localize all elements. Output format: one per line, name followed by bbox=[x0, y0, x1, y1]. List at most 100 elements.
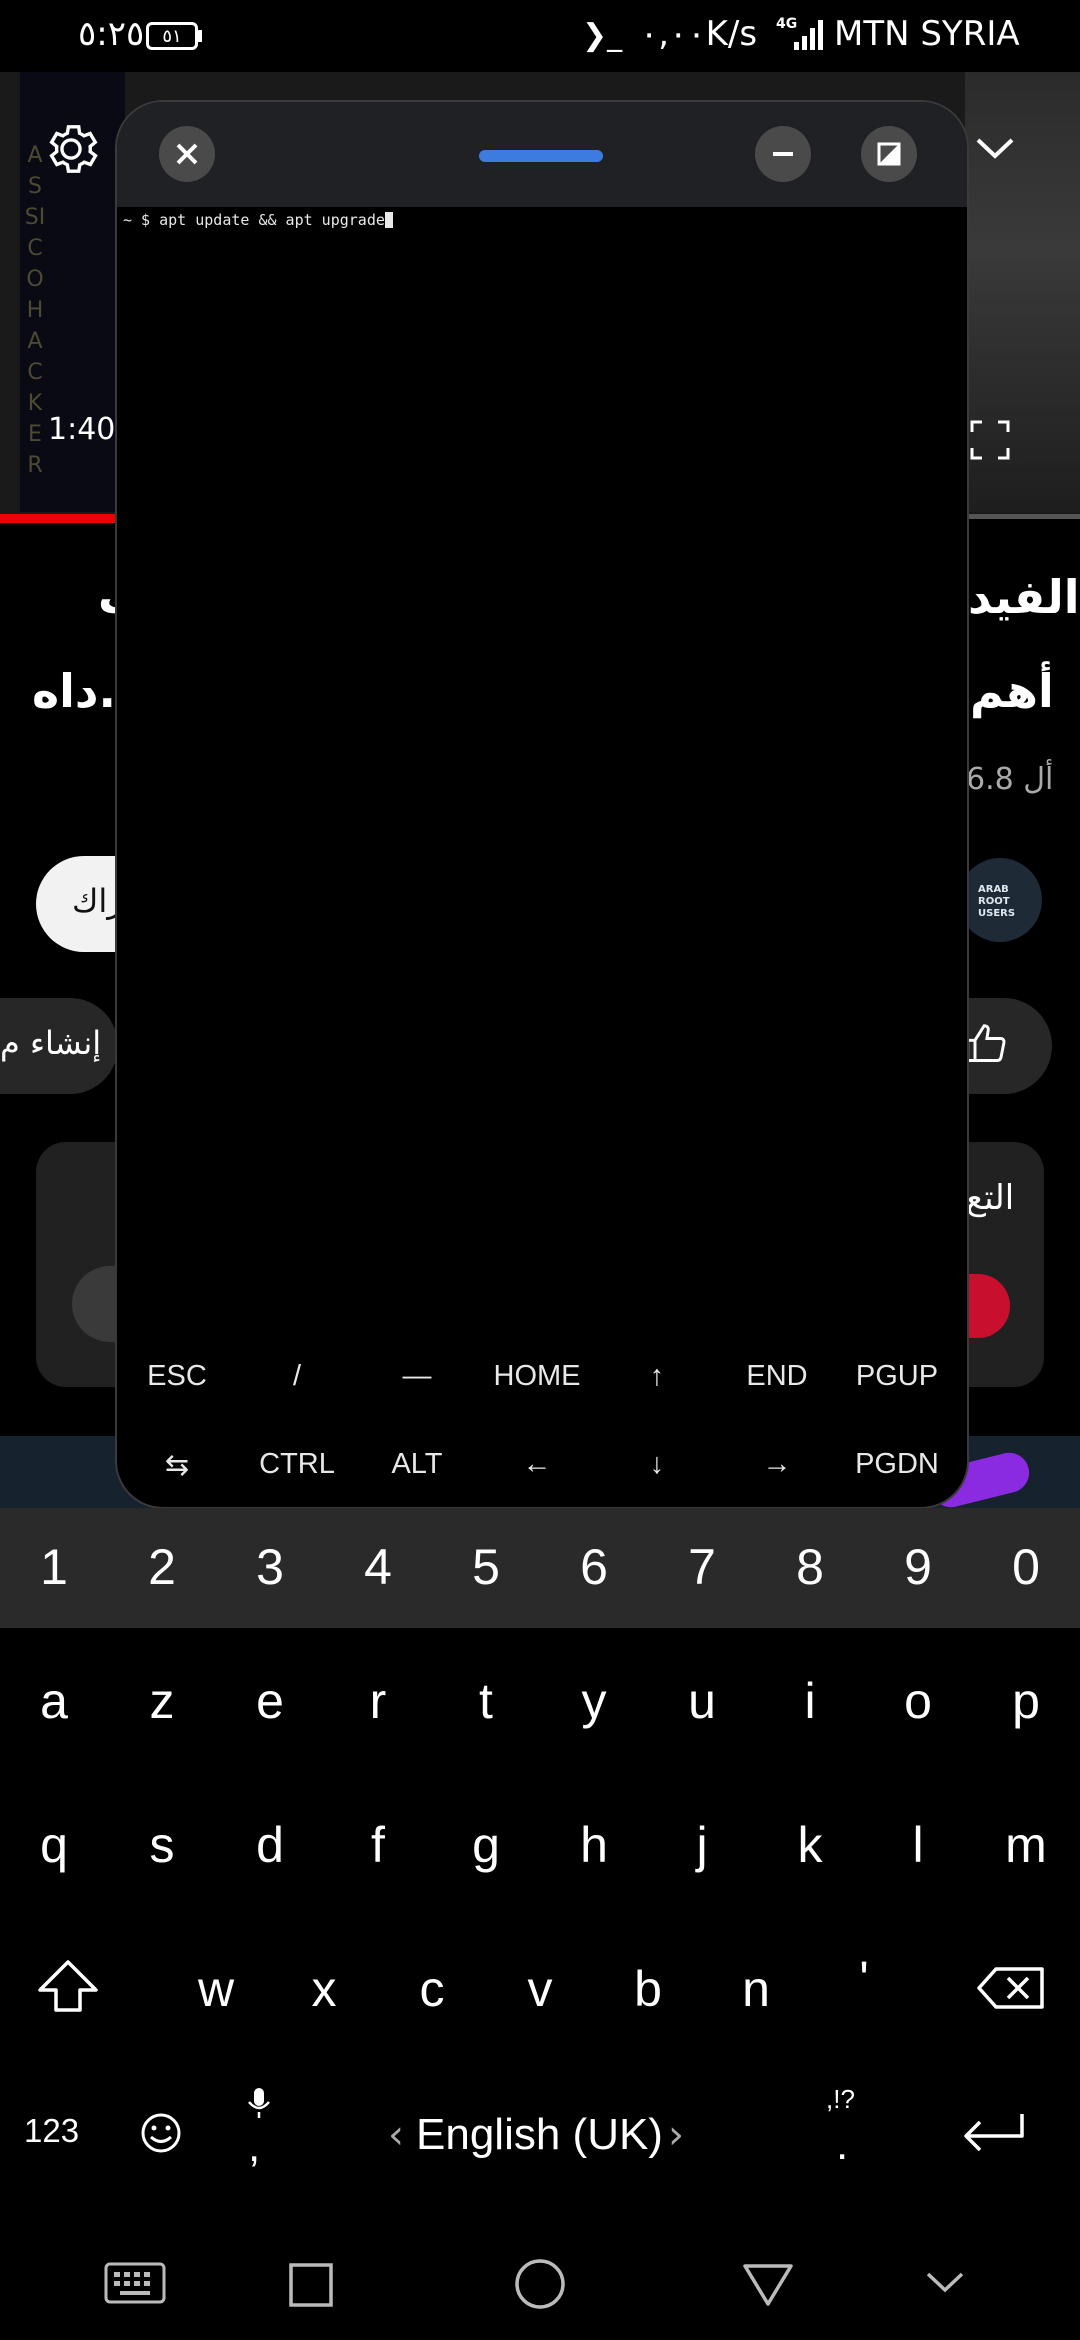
language-prev-icon: ‹ bbox=[388, 2112, 404, 2158]
extra-key-tab[interactable]: ⇆ bbox=[117, 1448, 237, 1483]
key-c[interactable]: c bbox=[382, 1960, 482, 2018]
key-q[interactable]: q bbox=[4, 1816, 104, 1874]
home-icon[interactable] bbox=[514, 2258, 566, 2310]
shift-icon[interactable] bbox=[36, 1958, 100, 2014]
resize-button[interactable] bbox=[861, 126, 917, 182]
key-i[interactable]: i bbox=[760, 1672, 860, 1730]
key-e[interactable]: e bbox=[220, 1672, 320, 1730]
gear-icon[interactable] bbox=[40, 118, 102, 180]
period-key[interactable]: . bbox=[836, 2120, 848, 2170]
key-h[interactable]: h bbox=[544, 1816, 644, 1874]
backspace-icon[interactable] bbox=[976, 1966, 1046, 2010]
key-6[interactable]: 6 bbox=[544, 1538, 644, 1596]
chevron-down-icon[interactable] bbox=[970, 124, 1020, 174]
extra-key-ctrl[interactable]: CTRL bbox=[237, 1448, 357, 1481]
key-v[interactable]: v bbox=[490, 1960, 590, 2018]
keyboard-switch-icon[interactable] bbox=[104, 2262, 166, 2304]
key-8[interactable]: 8 bbox=[760, 1538, 860, 1596]
drag-handle[interactable] bbox=[479, 150, 603, 162]
key-f[interactable]: f bbox=[328, 1816, 428, 1874]
key-a[interactable]: a bbox=[4, 1672, 104, 1730]
key-s[interactable]: s bbox=[112, 1816, 212, 1874]
key-4[interactable]: 4 bbox=[328, 1538, 428, 1596]
recents-icon[interactable] bbox=[288, 2262, 334, 2308]
key-y[interactable]: y bbox=[544, 1672, 644, 1730]
enter-icon[interactable] bbox=[960, 2110, 1026, 2156]
extra-key-esc[interactable]: ESC bbox=[117, 1360, 237, 1393]
status-bar: ٥:٢٥ ٥١ ❯_ ٠,٠٠K/s 4G MTN SYRIA bbox=[0, 0, 1080, 72]
emoji-icon[interactable] bbox=[140, 2112, 182, 2154]
key-m[interactable]: m bbox=[976, 1816, 1076, 1874]
extra-key-home[interactable]: HOME bbox=[477, 1360, 597, 1393]
extra-key-down[interactable]: ↓ bbox=[597, 1448, 717, 1481]
key-0[interactable]: 0 bbox=[976, 1538, 1076, 1596]
video-title-line2: أهم bbox=[970, 664, 1054, 718]
fullscreen-icon[interactable] bbox=[970, 420, 1010, 460]
extra-key-alt[interactable]: ALT bbox=[357, 1448, 477, 1481]
close-button[interactable] bbox=[159, 126, 215, 182]
key-t[interactable]: t bbox=[436, 1672, 536, 1730]
video-progress-bar[interactable] bbox=[0, 514, 115, 523]
key-u[interactable]: u bbox=[652, 1672, 752, 1730]
terminal-prompt: ~ $ bbox=[123, 211, 160, 229]
key-w[interactable]: w bbox=[166, 1960, 266, 2018]
battery-tip bbox=[198, 30, 202, 42]
symbols-key[interactable]: 123 bbox=[24, 2112, 79, 2150]
key-1[interactable]: 1 bbox=[4, 1538, 104, 1596]
space-bar[interactable]: ‹ English (UK) › bbox=[380, 2096, 700, 2172]
key-z[interactable]: z bbox=[112, 1672, 212, 1730]
create-chip[interactable]: إنشاء م bbox=[0, 998, 118, 1094]
key-5[interactable]: 5 bbox=[436, 1538, 536, 1596]
extra-key-pgdn[interactable]: PGDN bbox=[837, 1448, 957, 1481]
comments-title: التع bbox=[966, 1178, 1015, 1218]
extra-key-pgup[interactable]: PGUP bbox=[837, 1360, 957, 1393]
key-p[interactable]: p bbox=[976, 1672, 1076, 1730]
punctuation-hint: ,!? bbox=[826, 2084, 855, 2114]
minimize-button[interactable] bbox=[755, 126, 811, 182]
key-b[interactable]: b bbox=[598, 1960, 698, 2018]
key-n[interactable]: n bbox=[706, 1960, 806, 2018]
key-g[interactable]: g bbox=[436, 1816, 536, 1874]
terminal-screen[interactable]: ~ $ apt update && apt upgrade bbox=[117, 207, 967, 1407]
terminal-command: apt update && apt upgrade bbox=[159, 211, 385, 229]
microphone-icon bbox=[248, 2088, 270, 2118]
minimize-icon bbox=[773, 152, 793, 156]
signal-icon bbox=[794, 20, 823, 50]
key-j[interactable]: j bbox=[652, 1816, 752, 1874]
key-l[interactable]: l bbox=[868, 1816, 968, 1874]
key-2[interactable]: 2 bbox=[112, 1538, 212, 1596]
thumbs-up-icon bbox=[966, 1024, 1006, 1062]
terminal-cursor bbox=[384, 212, 393, 228]
terminal-titlebar[interactable] bbox=[117, 102, 967, 207]
carrier-name: MTN SYRIA bbox=[834, 14, 1020, 54]
extra-key-right[interactable]: → bbox=[717, 1448, 837, 1481]
status-time: ٥:٢٥ bbox=[78, 14, 145, 54]
channel-logo-text: ARAB ROOT USERS bbox=[978, 884, 1016, 919]
video-progress-track bbox=[965, 514, 1080, 519]
keyboard-number-row: 1 2 3 4 5 6 7 8 9 0 bbox=[0, 1508, 1080, 1628]
floating-terminal-window[interactable]: ~ $ apt update && apt upgrade ESC / — HO… bbox=[115, 100, 969, 1509]
battery-icon: ٥١ bbox=[146, 22, 198, 50]
battery-level: ٥١ bbox=[162, 25, 182, 47]
key-k[interactable]: k bbox=[760, 1816, 860, 1874]
key-o[interactable]: o bbox=[868, 1672, 968, 1730]
extra-key-slash[interactable]: / bbox=[237, 1360, 357, 1393]
key-7[interactable]: 7 bbox=[652, 1538, 752, 1596]
key-3[interactable]: 3 bbox=[220, 1538, 320, 1596]
extra-key-up[interactable]: ↑ bbox=[597, 1360, 717, 1393]
channel-avatar[interactable]: ARAB ROOT USERS bbox=[958, 858, 1042, 942]
extra-key-end[interactable]: END bbox=[717, 1360, 837, 1393]
key-x[interactable]: x bbox=[274, 1960, 374, 2018]
back-icon[interactable] bbox=[742, 2262, 794, 2308]
key-apostrophe[interactable]: ' bbox=[814, 1950, 914, 2008]
like-button[interactable] bbox=[962, 998, 1052, 1094]
resize-icon bbox=[877, 142, 901, 166]
extra-key-dash[interactable]: — bbox=[357, 1360, 477, 1393]
extra-key-left[interactable]: ← bbox=[477, 1448, 597, 1481]
comma-key[interactable]: , bbox=[248, 2122, 260, 2172]
key-d[interactable]: d bbox=[220, 1816, 320, 1874]
key-r[interactable]: r bbox=[328, 1672, 428, 1730]
hide-keyboard-icon[interactable] bbox=[924, 2268, 966, 2298]
key-9[interactable]: 9 bbox=[868, 1538, 968, 1596]
video-time: 1:40 bbox=[48, 412, 116, 447]
